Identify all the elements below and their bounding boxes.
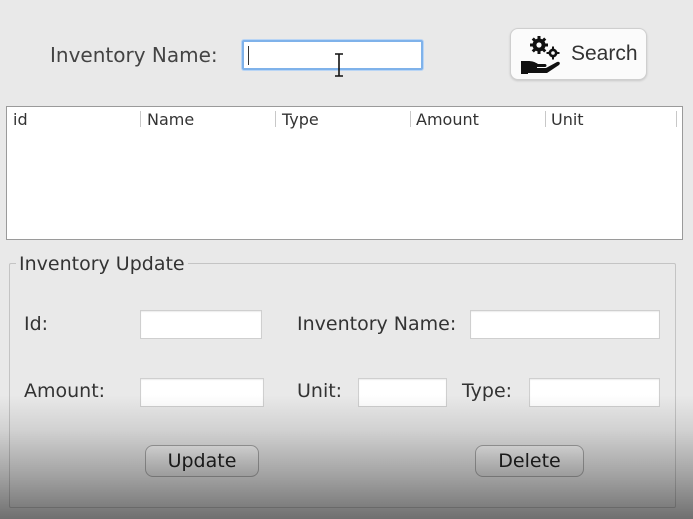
inventory-name-label: Inventory Name: (297, 313, 457, 335)
column-header-id[interactable]: id (13, 110, 28, 130)
column-separator (545, 111, 546, 127)
id-field[interactable] (140, 310, 262, 339)
id-label: Id: (24, 313, 49, 335)
type-field[interactable] (529, 378, 660, 407)
column-separator (410, 111, 411, 127)
column-separator (140, 111, 141, 127)
type-label: Type: (462, 380, 513, 402)
column-header-unit[interactable]: Unit (551, 110, 584, 130)
column-header-name[interactable]: Name (147, 110, 194, 130)
search-button[interactable]: Search (510, 28, 647, 80)
unit-label: Unit: (297, 380, 343, 402)
unit-field[interactable] (358, 378, 447, 407)
inventory-name-field[interactable] (470, 310, 660, 339)
column-header-amount[interactable]: Amount (416, 110, 479, 130)
ibeam-cursor-icon (335, 53, 343, 77)
text-caret (248, 46, 249, 65)
inventory-update-title: Inventory Update (16, 253, 188, 275)
column-separator (676, 111, 677, 127)
column-separator (275, 111, 276, 127)
column-header-type[interactable]: Type (282, 110, 319, 130)
search-button-label: Search (571, 42, 638, 65)
inventory-table[interactable]: id Name Type Amount Unit (6, 106, 683, 240)
inventory-name-search-label: Inventory Name: (50, 43, 218, 67)
hand-gears-icon (521, 36, 560, 74)
amount-field[interactable] (140, 378, 264, 407)
update-button[interactable]: Update (145, 445, 259, 477)
delete-button[interactable]: Delete (475, 445, 584, 477)
amount-label: Amount: (24, 380, 106, 402)
